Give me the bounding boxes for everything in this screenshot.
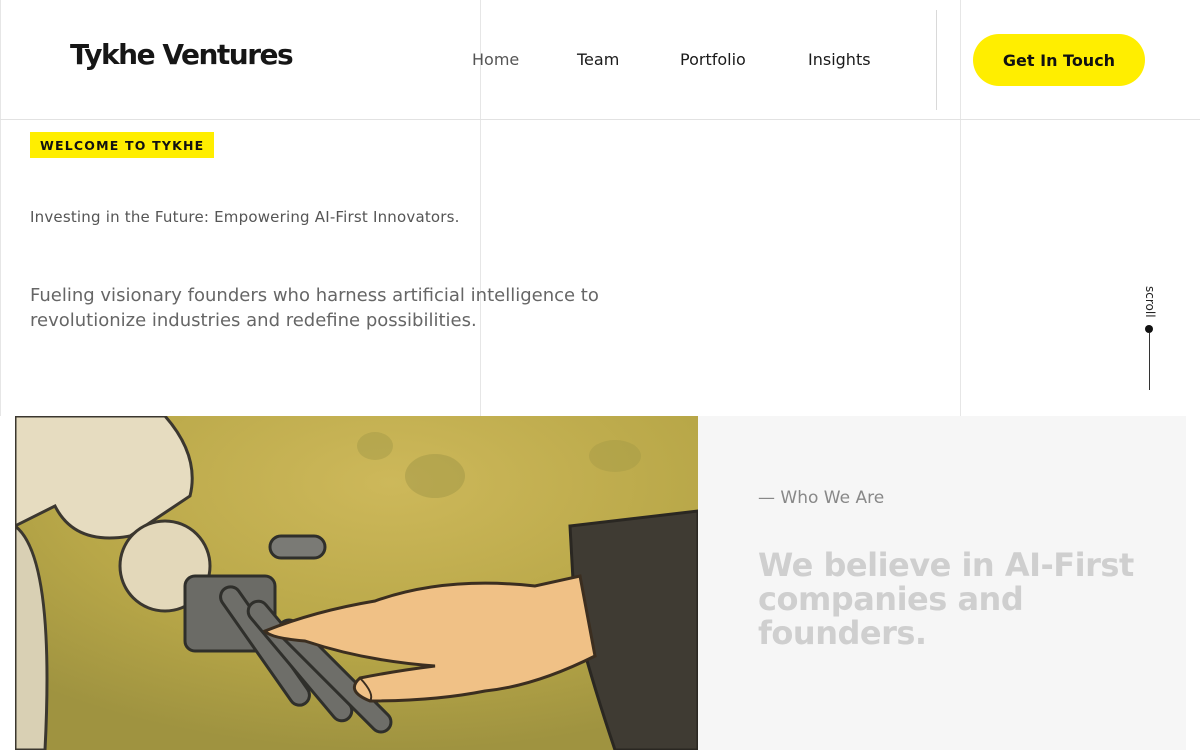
site-logo[interactable]: Tykhe Ventures [70, 38, 294, 71]
get-in-touch-button[interactable]: Get In Touch [973, 34, 1145, 86]
hero-lead-text: Fueling visionary founders who harness a… [30, 285, 599, 331]
scroll-indicator-label[interactable]: scroll [1140, 286, 1160, 318]
site-header: Tykhe Ventures Home Team Portfolio Insig… [0, 0, 1200, 120]
header-divider [936, 10, 937, 110]
who-we-are-kicker: — Who We Are [758, 488, 885, 508]
hero-tagline: Investing in the Future: Empowering AI-F… [30, 208, 460, 226]
nav-team[interactable]: Team [577, 50, 619, 69]
nav-home[interactable]: Home [472, 50, 519, 69]
scroll-indicator-line [1148, 333, 1150, 390]
robot-human-handshake-image [15, 416, 698, 750]
nav-insights[interactable]: Insights [808, 50, 871, 69]
who-we-are-panel: — Who We Are We believe in AI-First comp… [698, 416, 1186, 750]
who-we-are-heading: We believe in AI-First companies and fou… [758, 546, 1134, 652]
scroll-indicator-dot [1145, 325, 1153, 333]
welcome-badge: WELCOME TO TYKHE [30, 132, 215, 158]
nav-portfolio[interactable]: Portfolio [680, 50, 746, 69]
